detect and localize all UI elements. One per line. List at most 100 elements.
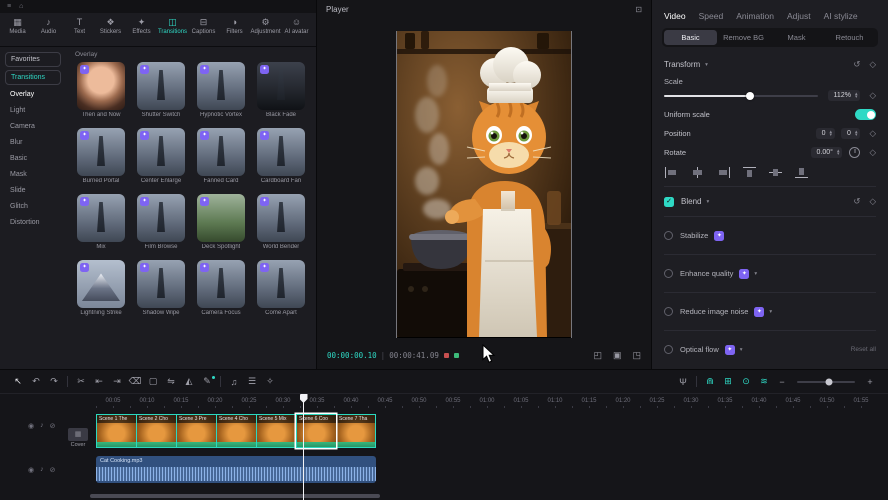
draw-icon[interactable]: ✎	[198, 376, 216, 387]
align-center-horizontal-icon[interactable]	[691, 167, 704, 178]
zoom-out-icon[interactable]: −	[773, 377, 791, 387]
track-eye-icon[interactable]: ◉	[28, 466, 34, 474]
transition-item[interactable]: ✦Come Apart	[254, 260, 308, 316]
transition-item[interactable]: ✦Film Browse	[134, 194, 188, 250]
snapping-icon[interactable]: ⊞	[719, 376, 737, 387]
subtab-retouch[interactable]: Retouch	[823, 30, 876, 45]
align-left-icon[interactable]	[665, 167, 678, 178]
keyframe-icon[interactable]: ◇	[869, 90, 876, 101]
stepper-arrows-icon[interactable]: ▴▾	[855, 93, 858, 99]
transition-item[interactable]: ✦Shutter Switch	[134, 62, 188, 118]
transition-thumbnail[interactable]: ✦	[197, 260, 245, 308]
timeline-clip[interactable]: Scene 4 Cho	[216, 414, 256, 448]
rotate-stepper[interactable]: 0.00° ▴▾	[811, 147, 843, 158]
enhance-quality-checkbox[interactable]	[664, 269, 673, 278]
transition-item[interactable]: ✦World Bender	[254, 194, 308, 250]
transition-item[interactable]: ✦Hypnotic Vortex	[194, 62, 248, 118]
zoom-in-icon[interactable]: +	[861, 377, 879, 387]
reduce-noise-checkbox[interactable]	[664, 307, 673, 316]
subtab-remove-bg[interactable]: Remove BG	[717, 30, 770, 45]
magic-tool-icon[interactable]: ✧	[261, 376, 279, 387]
home-icon[interactable]: ⌂	[19, 3, 23, 10]
tab-speed[interactable]: Speed	[699, 11, 724, 21]
transition-thumbnail[interactable]: ✦	[257, 128, 305, 176]
ribbon-tab-filters[interactable]: ◑Filters	[219, 17, 250, 35]
ribbon-tab-captions[interactable]: ⊟Captions	[188, 17, 219, 35]
sidebar-item-slide[interactable]: Slide	[5, 184, 61, 197]
playhead[interactable]	[303, 394, 304, 500]
align-center-vertical-icon[interactable]	[769, 167, 782, 178]
stabilize-checkbox[interactable]	[664, 231, 673, 240]
tab-adjust[interactable]: Adjust	[787, 11, 811, 21]
ribbon-tab-adjustment[interactable]: ⚙Adjustment	[250, 17, 281, 35]
mixer-icon[interactable]: ☰	[243, 376, 261, 387]
record-mic-icon[interactable]: Ψ	[674, 377, 692, 387]
ribbon-tab-effects[interactable]: ✦Effects	[126, 17, 157, 35]
transition-item[interactable]: ✦Deck Spotlight	[194, 194, 248, 250]
collapse-caret-icon[interactable]: ▾	[706, 199, 709, 205]
ribbon-tab-transitions[interactable]: ◫Transitions	[157, 17, 188, 35]
player-menu-icon[interactable]: ⊡	[635, 5, 642, 14]
timeline-ruler[interactable]: 00:05 00:10 00:15 00:20 00:25 00:30 00:3…	[0, 394, 888, 408]
crop-icon[interactable]: ▢	[144, 376, 162, 387]
transition-item[interactable]: ✦Burned Portal	[74, 128, 128, 184]
position-y-stepper[interactable]: 0 ▴▾	[841, 128, 860, 139]
subtab-mask[interactable]: Mask	[770, 30, 823, 45]
optical-flow-row[interactable]: Optical flow ✦ ▾ Reset all	[664, 336, 876, 363]
mirror-icon[interactable]: ⇋	[162, 376, 180, 387]
transition-thumbnail[interactable]: ✦	[137, 260, 185, 308]
linking-icon[interactable]: ⊙	[737, 376, 755, 387]
blend-checkbox[interactable]: ✓	[664, 197, 674, 207]
stepper-arrows-icon[interactable]: ▴▾	[830, 131, 833, 137]
transition-item[interactable]: ✦Lightning Strike	[74, 260, 128, 316]
align-top-icon[interactable]	[743, 167, 756, 178]
track-lock-icon[interactable]: ⊘	[50, 466, 56, 474]
zoom-knob[interactable]	[825, 378, 832, 385]
transition-thumbnail[interactable]: ✦	[137, 128, 185, 176]
scale-value-stepper[interactable]: 112% ▴▾	[828, 90, 861, 101]
transition-thumbnail[interactable]: ✦	[197, 194, 245, 242]
reset-icon[interactable]: ↺	[853, 59, 860, 70]
transition-thumbnail[interactable]: ✦	[257, 62, 305, 110]
track-eye-icon[interactable]: ◉	[28, 422, 34, 430]
subtab-basic[interactable]: Basic	[664, 30, 717, 45]
audio-clip[interactable]: Cat Cooking.mp3	[96, 456, 376, 483]
sidebar-item-glitch[interactable]: Glitch	[5, 200, 61, 213]
keyframe-icon[interactable]: ◇	[869, 196, 876, 207]
delete-icon[interactable]: ⌫	[126, 376, 144, 387]
sidebar-item-transitions[interactable]: Transitions	[5, 70, 61, 85]
collapse-caret-icon[interactable]: ▾	[754, 271, 757, 277]
ribbon-tab-stickers[interactable]: ❖Stickers	[95, 17, 126, 35]
keyframe-icon[interactable]: ◇	[869, 128, 876, 139]
transition-item[interactable]: ✦Black Fade	[254, 62, 308, 118]
keyframe-icon[interactable]: ◇	[869, 59, 876, 70]
timeline-scrollbar[interactable]	[90, 494, 380, 498]
cover-button[interactable]: ▦ Cover	[64, 428, 92, 448]
enhance-quality-row[interactable]: Enhance quality ✦ ▾	[664, 260, 876, 287]
transition-thumbnail[interactable]: ✦	[77, 260, 125, 308]
transition-item[interactable]: ✦Cardboard Fan	[254, 128, 308, 184]
transition-item[interactable]: ✦Shadow Wipe	[134, 260, 188, 316]
ribbon-tab-text[interactable]: TText	[64, 17, 95, 35]
ribbon-tab-ai-avatar[interactable]: ☺AI avatar	[281, 17, 312, 35]
mask-icon[interactable]: ◭	[180, 376, 198, 387]
reset-icon[interactable]: ↺	[853, 196, 860, 207]
redo-icon[interactable]: ↷	[45, 376, 63, 387]
slider-knob[interactable]	[746, 92, 754, 100]
sidebar-item-basic[interactable]: Basic	[5, 152, 61, 165]
keyframe-icon[interactable]: ◇	[869, 147, 876, 158]
sidebar-item-distortion[interactable]: Distortion	[5, 216, 61, 229]
transition-item[interactable]: ✦Center Enlarge	[134, 128, 188, 184]
stepper-arrows-icon[interactable]: ▴▾	[837, 150, 840, 156]
sidebar-item-mask[interactable]: Mask	[5, 168, 61, 181]
snapshot-icon[interactable]: ▣	[613, 350, 622, 361]
reset-all-button[interactable]: Reset all	[851, 346, 876, 353]
tab-animation[interactable]: Animation	[736, 11, 774, 21]
uniform-scale-toggle[interactable]	[855, 109, 876, 120]
transition-thumbnail[interactable]: ✦	[257, 194, 305, 242]
collapse-caret-icon[interactable]: ▾	[705, 62, 708, 68]
video-preview[interactable]	[396, 31, 572, 338]
trim-right-icon[interactable]: ⇥	[108, 376, 126, 387]
timeline-clip-selected[interactable]: Scene 6 Coo	[296, 414, 336, 448]
transition-thumbnail[interactable]: ✦	[137, 62, 185, 110]
